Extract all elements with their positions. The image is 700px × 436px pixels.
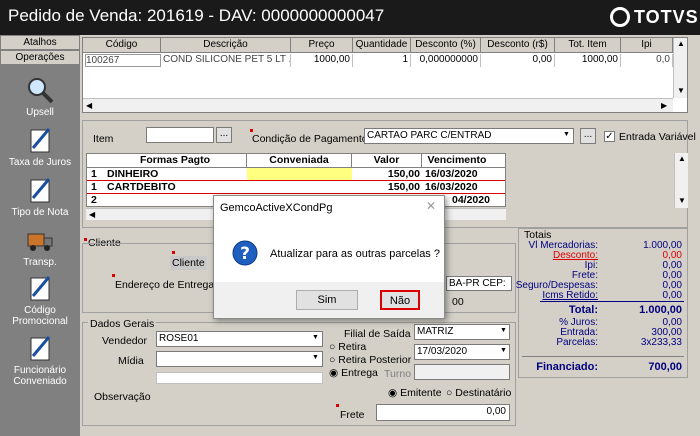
chevron-down-icon[interactable]: ▼	[312, 334, 319, 341]
cell-tot-item[interactable]: 1000,00	[555, 54, 621, 67]
pen-paper-icon	[30, 336, 51, 361]
tab-atalhos[interactable]: Atalhos	[0, 35, 80, 50]
table-row[interactable]: 1 CARTDEBITO 150,00 16/03/2020	[87, 181, 505, 194]
midia-select[interactable]	[156, 351, 323, 367]
chevron-down-icon[interactable]: ▼	[500, 327, 507, 334]
observacao-label: Observação	[94, 391, 151, 403]
sidebar-item-transp[interactable]: Transp.	[0, 225, 80, 268]
cell-desconto-pct[interactable]: 0,000000000	[411, 54, 481, 67]
col-desconto-rs[interactable]: Desconto (r$)	[481, 38, 555, 53]
chevron-down-icon[interactable]: ▼	[560, 129, 573, 143]
radio-retira-posterior[interactable]: ○ Retira Posterior	[329, 354, 411, 366]
frete-label: Frete	[340, 409, 365, 421]
truck-icon	[27, 233, 53, 251]
chevron-down-icon[interactable]: ▼	[312, 354, 319, 361]
col-quantidade[interactable]: Quantidade	[353, 38, 411, 53]
grid-hscroll[interactable]: ◀ ▶	[83, 98, 673, 112]
cliente-label: Cliente	[170, 256, 207, 270]
turno-select[interactable]	[414, 364, 510, 380]
pen-paper-icon	[30, 178, 51, 203]
grid-vscroll[interactable]: ▲ ▼	[673, 38, 687, 98]
cond-pagto-select[interactable]: CARTAO PARC C/ENTRAD	[364, 128, 574, 144]
cell-desconto-rs[interactable]: 0,00	[481, 54, 555, 67]
col-vencimento[interactable]: Vencimento	[422, 154, 492, 167]
sidebar-item-codigo-promocional[interactable]: Código Promocional	[0, 273, 80, 327]
cep-select[interactable]: BA-PR CEP:	[446, 276, 512, 291]
question-icon: ?	[232, 240, 258, 266]
radio-destinatario[interactable]: ○ Destinatário	[446, 387, 511, 399]
payment-vscroll[interactable]: ▲ ▼	[674, 153, 688, 208]
yes-button[interactable]: Sim	[296, 290, 358, 310]
radio-retira[interactable]: ○ Retira	[329, 341, 366, 353]
col-formas-pagto[interactable]: Formas Pagto	[104, 154, 247, 167]
chevron-down-icon[interactable]: ▼	[500, 347, 507, 354]
col-valor[interactable]: Valor	[352, 154, 422, 167]
dialog-title: GemcoActiveXCondPg	[220, 202, 333, 214]
entrada-variavel-checkbox[interactable]: ✓	[604, 131, 615, 142]
cond-lookup-button[interactable]: ...	[580, 128, 596, 144]
col-ipi[interactable]: Ipi	[621, 38, 673, 53]
items-grid[interactable]: Código Descrição Preço Quantidade Descon…	[82, 37, 688, 113]
data-entrega-field[interactable]: 17/03/2020	[414, 344, 510, 360]
col-tot-item[interactable]: Tot. Item	[555, 38, 621, 53]
cell-preco[interactable]: 1000,00	[291, 54, 353, 67]
frete-field[interactable]: 0,00	[376, 404, 510, 421]
cell-descricao[interactable]: COND SILICONE PET 5 LT . . .	[163, 54, 291, 67]
svg-text:?: ?	[240, 244, 250, 264]
totvs-logo: TOTVS	[610, 7, 699, 28]
totvs-logo-icon	[610, 7, 630, 27]
sidebar-item-taxa-juros[interactable]: Taxa de Juros	[0, 125, 80, 168]
no-button[interactable]: Não	[380, 290, 420, 310]
magnifier-icon	[28, 78, 54, 104]
tab-operacoes[interactable]: Operações	[0, 50, 80, 65]
col-conveniada[interactable]: Conveniada	[247, 154, 352, 167]
window-title: Pedido de Venda: 201619 - DAV: 000000000…	[8, 6, 385, 25]
item-label: Item	[93, 133, 114, 145]
vendedor-select[interactable]: ROSE01	[156, 331, 323, 347]
pen-paper-icon	[30, 276, 51, 301]
endereco-entrega-label: Endereço de Entrega	[115, 279, 215, 291]
col-codigo[interactable]: Código	[83, 38, 161, 53]
dialog-message: Atualizar para as outras parcelas ?	[270, 248, 440, 260]
dados-gerais-label: Dados Gerais	[88, 318, 157, 330]
required-mark	[250, 129, 253, 132]
cliente-valor: 00	[452, 296, 464, 308]
sidebar-item-funcionario-conveniado[interactable]: Funcionário Conveniado	[0, 333, 80, 387]
midia-extra-field[interactable]	[156, 372, 323, 384]
entrada-variavel-label: Entrada Variável	[619, 131, 696, 143]
cell-quantidade[interactable]: 1	[353, 54, 411, 67]
cond-pagto-label: Condição de Pagamento	[252, 133, 368, 145]
vendedor-label: Vendedor	[102, 335, 147, 347]
sidebar-item-upsell[interactable]: Upsell	[0, 75, 80, 118]
sidebar: Atalhos Operações Upsell Taxa de Juros T…	[0, 35, 80, 436]
item-input[interactable]	[146, 127, 214, 143]
close-icon[interactable]: ✕	[426, 199, 436, 213]
radio-entrega[interactable]: ◉ Entrega	[329, 367, 378, 379]
col-preco[interactable]: Preço	[291, 38, 353, 53]
col-descricao[interactable]: Descrição	[161, 38, 291, 53]
totals-list: Vl Mercadorias: 1.000,00 Desconto: 0,00 Ip…	[515, 240, 684, 373]
filial-select[interactable]: MATRIZ	[414, 324, 510, 340]
cell-codigo[interactable]: 100267	[85, 54, 161, 67]
table-row[interactable]: 1 DINHEIRO 150,00 16/03/2020	[87, 168, 505, 181]
item-lookup-button[interactable]: ...	[216, 127, 232, 143]
midia-label: Mídia	[118, 355, 144, 367]
confirm-dialog: GemcoActiveXCondPg ✕ ? Atualizar para as…	[213, 195, 445, 319]
cell-ipi[interactable]: 0,0	[621, 54, 673, 67]
col-desconto-pct[interactable]: Desconto (%)	[411, 38, 481, 53]
sidebar-item-tipo-nota[interactable]: Tipo de Nota	[0, 175, 80, 218]
pen-paper-icon	[30, 128, 51, 153]
title-bar: Pedido de Venda: 201619 - DAV: 000000000…	[0, 0, 700, 35]
filial-label: Filial de Saída	[344, 328, 411, 340]
radio-emitente[interactable]: ◉ Emitente	[388, 387, 442, 399]
turno-label: Turno	[384, 368, 412, 380]
